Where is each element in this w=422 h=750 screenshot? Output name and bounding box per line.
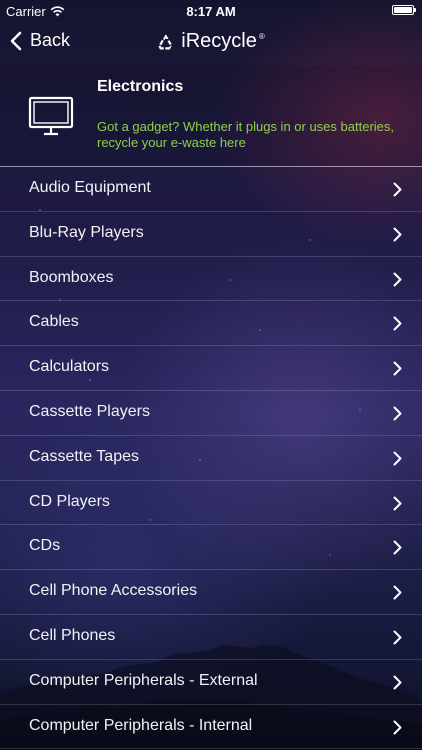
list-item-label: Cell Phone Accessories — [29, 582, 198, 600]
list-item-label: CDs — [29, 537, 61, 555]
chevron-right-icon — [393, 496, 402, 511]
battery-icon — [392, 5, 416, 15]
chevron-right-icon — [393, 585, 402, 600]
list-item-label: Blu-Ray Players — [29, 223, 144, 241]
list-item[interactable]: Computer Peripherals - Internal — [0, 705, 422, 750]
status-bar: Carrier 8:17 AM — [0, 0, 422, 22]
list-item[interactable]: Blu-Ray Players — [0, 212, 422, 257]
list-item-label: Cables — [29, 313, 79, 331]
list-item[interactable]: Cables — [0, 301, 422, 347]
app-title: iRecycle — [181, 30, 257, 52]
chevron-right-icon — [393, 630, 402, 645]
list-item[interactable]: Calculators — [0, 346, 422, 391]
item-list: Audio Equipment Blu-Ray Players Boomboxes C… — [0, 167, 422, 750]
chevron-right-icon — [393, 272, 402, 287]
chevron-right-icon — [393, 540, 402, 555]
list-item-label: Audio Equipment — [29, 179, 151, 196]
category-description: Got a gadget? Whether it plugs in or use… — [97, 119, 395, 150]
chevron-right-icon — [393, 720, 402, 735]
monitor-icon — [28, 96, 74, 136]
list-item-label: Computer Peripherals - External — [29, 671, 258, 689]
list-item[interactable]: CD Players — [0, 481, 422, 526]
list-item[interactable]: Boomboxes — [0, 257, 422, 302]
list-item[interactable]: Cell Phones — [0, 615, 422, 660]
chevron-right-icon — [393, 451, 402, 466]
category-header: Electronics Got a gadget? Whether it plu… — [0, 66, 422, 167]
category-title: Electronics — [97, 78, 184, 95]
list-item-label: Calculators — [29, 358, 110, 376]
chevron-right-icon — [393, 227, 402, 242]
chevron-right-icon — [393, 182, 402, 197]
list-item-label: Cassette Tapes — [29, 447, 139, 465]
navigation-bar: Back iRecycle ® — [0, 22, 422, 66]
list-item[interactable]: Computer Peripherals - External — [0, 660, 422, 705]
list-item[interactable]: Cell Phone Accessories — [0, 570, 422, 615]
chevron-right-icon — [393, 361, 402, 376]
list-item-label: Boomboxes — [29, 268, 114, 286]
chevron-right-icon — [393, 406, 402, 421]
list-item-label: Computer Peripherals - Internal — [29, 716, 253, 734]
chevron-right-icon — [393, 316, 402, 331]
list-item[interactable]: Cassette Players — [0, 391, 422, 436]
list-item-label: Cell Phones — [29, 626, 116, 644]
list-item[interactable]: Cassette Tapes — [0, 436, 422, 481]
registered-mark: ® — [258, 32, 265, 41]
recycle-icon — [158, 34, 173, 49]
list-item-label: Cassette Players — [29, 402, 150, 420]
app-logo: iRecycle ® — [0, 30, 422, 53]
clock: 8:17 AM — [186, 4, 236, 19]
list-item[interactable]: CDs — [0, 525, 422, 571]
list-item-label: CD Players — [29, 492, 110, 510]
list-item[interactable]: Audio Equipment — [0, 167, 422, 212]
chevron-right-icon — [393, 675, 402, 690]
